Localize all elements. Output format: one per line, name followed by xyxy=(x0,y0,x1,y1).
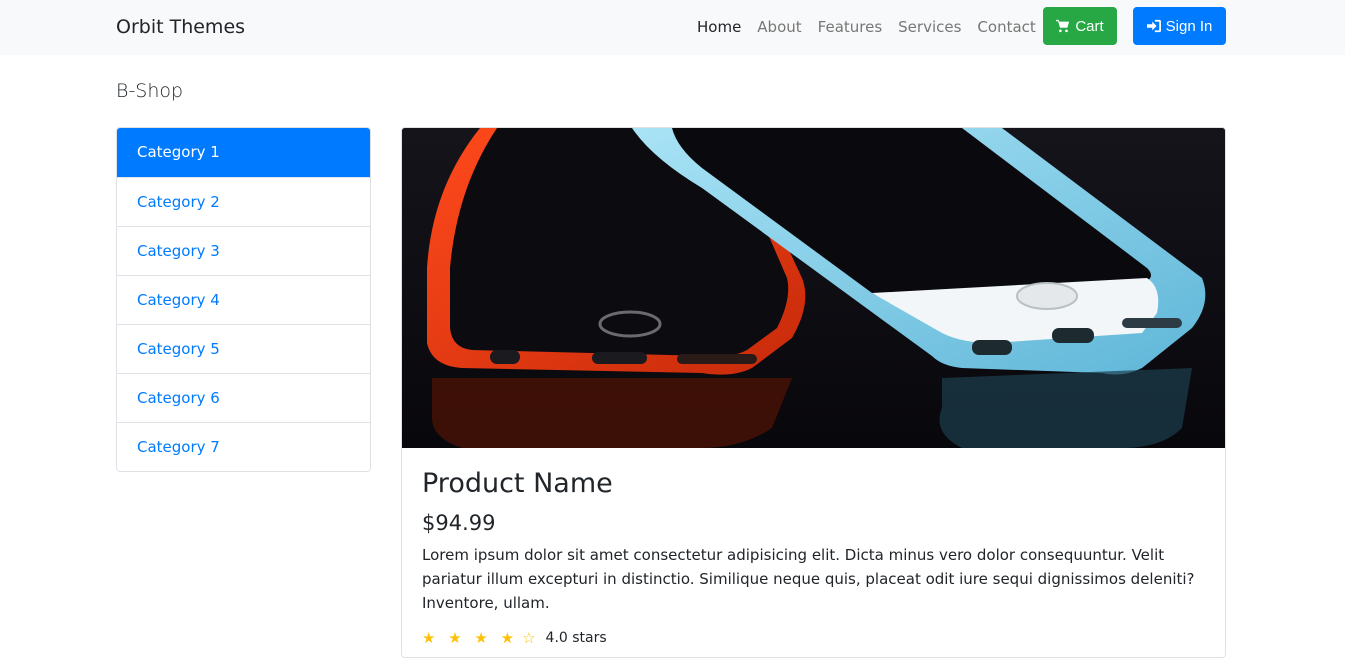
product-price: $94.99 xyxy=(422,511,496,535)
product-image xyxy=(402,128,1225,448)
category-item-2[interactable]: Category 2 xyxy=(117,177,370,226)
product-card-body: Product Name $94.99 Lorem ipsum dolor si… xyxy=(422,468,1207,647)
category-list: Category 1 Category 2 Category 3 Categor… xyxy=(116,127,371,472)
cart-label: Cart xyxy=(1075,17,1104,35)
nav-link-services[interactable]: Services xyxy=(898,18,961,36)
phones-illustration xyxy=(402,128,1225,448)
rating-star-empty: ☆ xyxy=(522,629,540,647)
nav-link-contact[interactable]: Contact xyxy=(977,18,1035,36)
category-item-6[interactable]: Category 6 xyxy=(117,373,370,422)
category-item-1[interactable]: Category 1 xyxy=(117,128,370,177)
category-item-7[interactable]: Category 7 xyxy=(117,422,370,471)
shop-title: B-Shop xyxy=(116,80,184,102)
category-item-3[interactable]: Category 3 xyxy=(117,226,370,275)
sign-in-label: Sign In xyxy=(1165,17,1213,35)
sign-in-button[interactable]: Sign In xyxy=(1133,7,1226,45)
nav-links: Home About Features Services Contact xyxy=(697,18,1052,36)
category-item-4[interactable]: Category 4 xyxy=(117,275,370,324)
product-description: Lorem ipsum dolor sit amet consectetur a… xyxy=(422,546,1195,612)
sign-in-icon xyxy=(1146,19,1161,33)
product-card: Product Name $94.99 Lorem ipsum dolor si… xyxy=(401,127,1226,658)
brand-link[interactable]: Orbit Themes xyxy=(116,16,245,38)
nav-link-features[interactable]: Features xyxy=(818,18,883,36)
product-name[interactable]: Product Name xyxy=(422,468,1207,499)
nav-link-about[interactable]: About xyxy=(757,18,801,36)
cart-button[interactable]: Cart xyxy=(1043,7,1117,45)
rating-stars-filled: ★ ★ ★ ★ xyxy=(422,629,519,647)
rating-text: 4.0 stars xyxy=(545,630,607,646)
nav-link-home[interactable]: Home xyxy=(697,18,741,36)
navbar: Orbit Themes Home About Features Service… xyxy=(0,0,1345,55)
product-rating: ★ ★ ★ ★ ☆ 4.0 stars xyxy=(422,629,1207,647)
category-item-5[interactable]: Category 5 xyxy=(117,324,370,373)
cart-icon xyxy=(1056,19,1070,33)
